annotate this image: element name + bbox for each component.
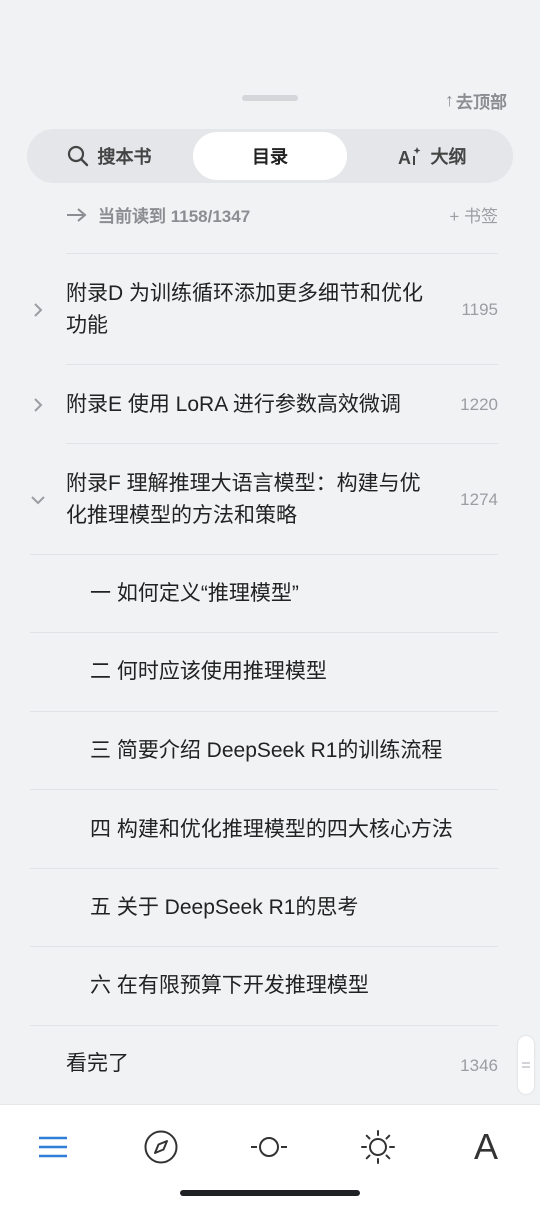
tab-toc-label: 目录 (252, 147, 288, 167)
toc-subitem-2[interactable]: 二 何时应该使用推理模型 (0, 656, 540, 692)
tab-toc[interactable]: 目录 (193, 132, 347, 180)
toc-item-title: 附录D 为训练循环添加更多细节和优化功能 (66, 282, 423, 337)
toc-item-page: 1220 (460, 395, 498, 414)
segmented-control: 搜本书 目录 A 大纲 (27, 129, 513, 183)
toc-item-page: 1346 (460, 1056, 498, 1075)
progress-icon (251, 1137, 287, 1157)
toc-subitem-3[interactable]: 三 简要介绍 DeepSeek R1的训练流程 (0, 735, 540, 771)
toc-item-page: 1195 (461, 300, 498, 319)
toc-item-title: 附录F 理解推理大语言模型：构建与优化推理模型的方法和策略 (66, 472, 421, 527)
toc-item-title: 一 如何定义“推理模型” (90, 582, 299, 605)
divider (66, 364, 498, 365)
divider (30, 789, 498, 790)
goto-top-button[interactable]: ↑ 去顶部 (445, 88, 507, 113)
compass-icon (144, 1130, 178, 1164)
toc-item-title: 三 简要介绍 DeepSeek R1的训练流程 (90, 739, 443, 762)
add-bookmark-button[interactable]: + 书签 (449, 202, 498, 227)
toc-item-title: 二 何时应该使用推理模型 (90, 660, 327, 683)
tab-outline-label: 大纲 (430, 147, 467, 167)
tab-search-book[interactable]: 搜本书 (27, 132, 190, 180)
toc-panel: ↑ 去顶部 搜本书 目录 A 大纲 当前读到 1158/1347 + 书签 附录… (0, 0, 540, 1104)
arrow-right-icon (67, 207, 87, 222)
divider (66, 443, 498, 444)
goto-top-label: 去顶部 (456, 93, 507, 112)
toc-item-title: 四 构建和优化推理模型的四大核心方法 (90, 818, 453, 841)
progress-button[interactable] (247, 1125, 291, 1169)
toc-item-title: 六 在有限预算下开发推理模型 (90, 974, 369, 997)
menu-button[interactable] (31, 1125, 75, 1169)
outline-ai-icon: A (398, 147, 420, 168)
toc-subitem-1[interactable]: 一 如何定义“推理模型” (0, 578, 540, 614)
menu-icon (39, 1136, 67, 1158)
chevron-right-icon (28, 300, 48, 320)
toc-subitem-5[interactable]: 五 关于 DeepSeek R1的思考 (0, 892, 540, 928)
svg-text:A: A (398, 148, 411, 168)
divider (30, 554, 498, 555)
current-reading-row: 当前读到 1158/1347 + 书签 (66, 202, 498, 227)
grip-icon (522, 1062, 530, 1068)
font-button[interactable]: A (464, 1125, 508, 1169)
scrollbar-thumb[interactable] (518, 1036, 534, 1094)
divider (30, 711, 498, 712)
divider (30, 632, 498, 633)
toc-item-appendix-f[interactable]: 附录F 理解推理大语言模型：构建与优化推理模型的方法和策略 1274 (0, 462, 540, 538)
divider (30, 1025, 498, 1026)
toc-item-appendix-d[interactable]: 附录D 为训练循环添加更多细节和优化功能 1195 (0, 272, 540, 348)
toc-item-title: 附录E 使用 LoRA 进行参数高效微调 (66, 393, 401, 416)
tab-search-label: 搜本书 (97, 147, 152, 167)
divider (30, 946, 498, 947)
home-indicator (180, 1190, 360, 1196)
toc-subitem-4[interactable]: 四 构建和优化推理模型的四大核心方法 (0, 814, 540, 850)
drag-handle[interactable] (242, 95, 298, 101)
toc-item-appendix-e[interactable]: 附录E 使用 LoRA 进行参数高效微调 1220 (0, 385, 540, 425)
toc-item-title: 看完了 (66, 1052, 129, 1075)
tab-outline[interactable]: A 大纲 (350, 132, 513, 180)
chevron-right-icon (28, 395, 48, 415)
current-reading-label: 当前读到 1158/1347 (98, 207, 251, 226)
divider (30, 868, 498, 869)
font-icon: A (473, 1126, 498, 1167)
brightness-button[interactable] (356, 1125, 400, 1169)
chevron-down-icon (28, 490, 48, 510)
arrow-up-icon: ↑ (445, 90, 454, 110)
toc-item-finished[interactable]: 看完了 1346 (0, 1048, 540, 1084)
current-reading[interactable]: 当前读到 1158/1347 (66, 202, 250, 227)
toc-item-page: 1274 (460, 490, 498, 509)
brightness-icon (361, 1130, 395, 1164)
search-icon (67, 145, 88, 167)
divider (66, 253, 498, 254)
toc-item-title: 五 关于 DeepSeek R1的思考 (90, 896, 359, 919)
toc-subitem-6[interactable]: 六 在有限预算下开发推理模型 (0, 970, 540, 1006)
compass-button[interactable] (139, 1125, 183, 1169)
